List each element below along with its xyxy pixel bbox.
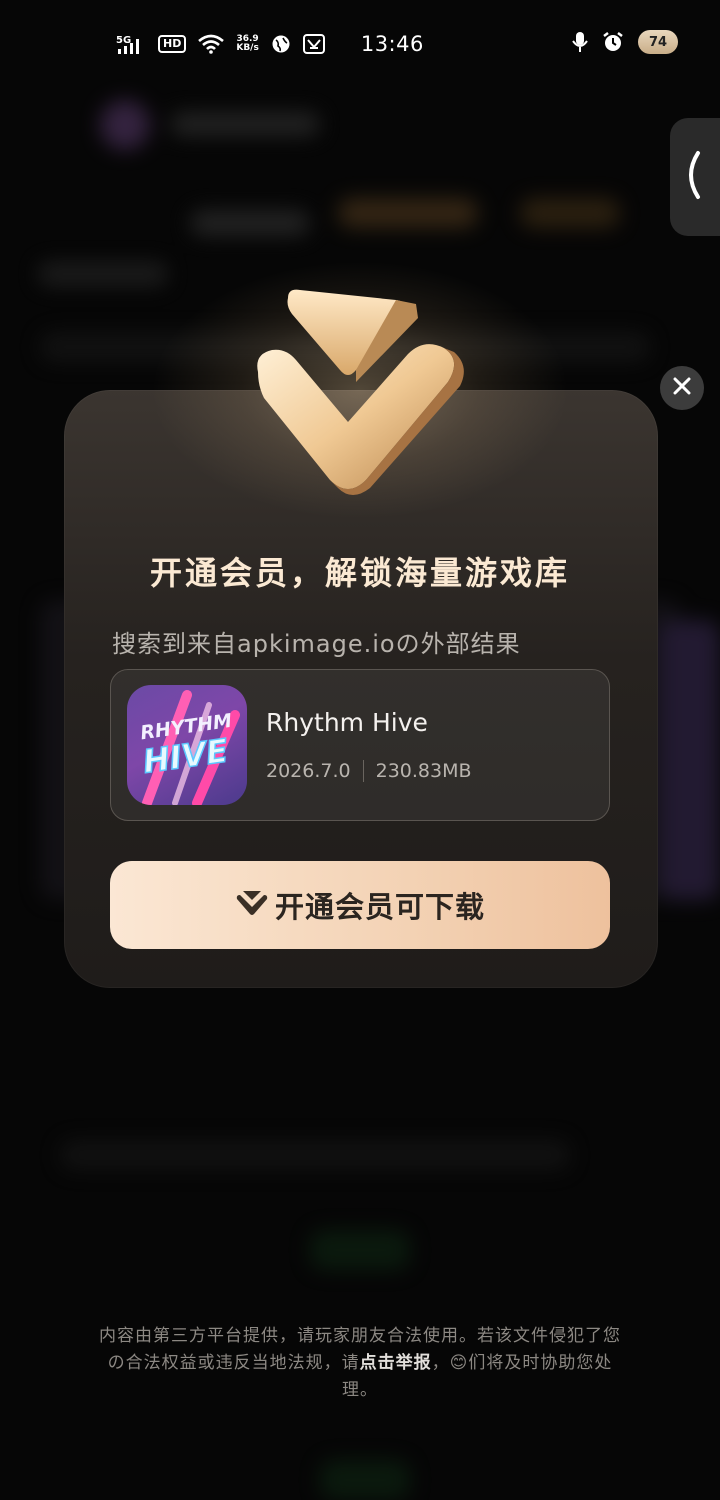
battery-indicator: 74 [638, 30, 678, 54]
globe-icon [271, 34, 291, 54]
copyright-disclaimer: 内容由第三方平台提供，请玩家朋友合法使用。若该文件侵犯了您の合法权益或违反当地法… [96, 1323, 624, 1404]
svg-text:5G: 5G [116, 35, 131, 46]
screen: 5G HD 36.9 KB/s 13:46 74 开通会员，解锁海量游戏库 搜索… [0, 0, 720, 1500]
app-version: 2026.7.0 [266, 760, 351, 782]
status-bar: 5G HD 36.9 KB/s 13:46 74 [0, 0, 720, 90]
meta-divider [362, 760, 364, 782]
app-result-card[interactable]: RHYTHM HIVE Rhythm Hive 2026.7.0 230.83M… [110, 669, 610, 821]
chevron-left-icon [680, 149, 702, 205]
hd-badge: HD [158, 35, 187, 53]
download-logo-icon [235, 889, 269, 921]
cellular-signal-icon: 5G [116, 33, 146, 55]
side-panel-handle[interactable] [670, 118, 720, 236]
dialog-title: 开通会员，解锁海量游戏库 [149, 554, 570, 592]
alarm-icon [602, 31, 624, 53]
gold-logo-icon [248, 282, 478, 502]
cta-label: 开通会员可下载 [274, 890, 485, 924]
close-button[interactable] [660, 366, 704, 410]
app-size: 230.83MB [375, 760, 472, 782]
network-speed: 36.9 KB/s [236, 34, 259, 53]
close-icon [672, 376, 692, 400]
report-link[interactable]: 点击举报 [360, 1353, 432, 1373]
app-meta: 2026.7.0 230.83MB [266, 760, 472, 782]
microphone-icon [572, 31, 588, 53]
app-notification-icon [302, 34, 325, 54]
dialog-subtitle: 搜索到来自apkimage.ioの外部结果 [112, 630, 521, 658]
app-name: Rhythm Hive [266, 708, 428, 737]
app-icon: RHYTHM HIVE [127, 685, 247, 805]
unlock-download-button[interactable]: 开通会员可下载 [110, 861, 610, 949]
wifi-icon [198, 34, 225, 54]
clock-time: 13:46 [360, 32, 424, 56]
